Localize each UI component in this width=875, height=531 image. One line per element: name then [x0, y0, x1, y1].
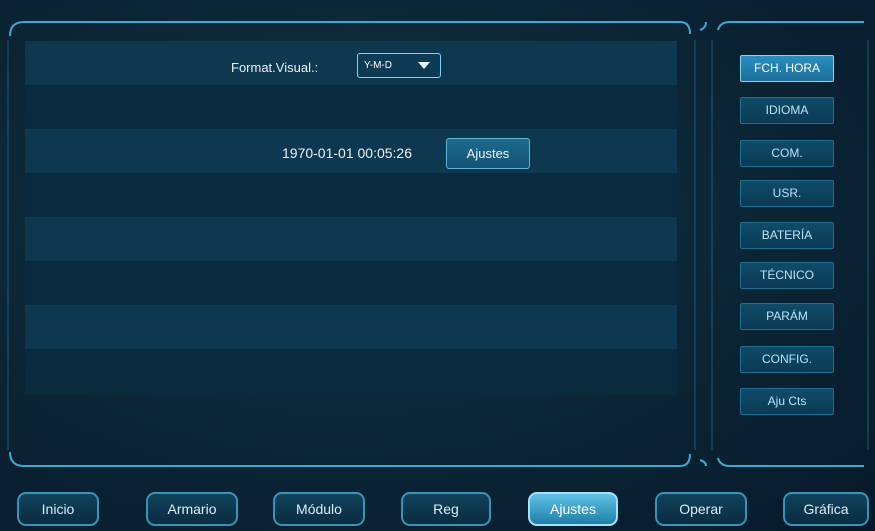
nav-modulo[interactable]: Módulo: [273, 492, 365, 526]
format-label: Format.Visual.:: [231, 60, 319, 75]
datetime-value: 1970-01-01 00:05:26: [282, 145, 412, 161]
datetime-settings-button[interactable]: Ajustes: [446, 138, 530, 169]
format-select-value: Y-M-D: [364, 60, 392, 71]
format-select[interactable]: Y-M-D: [357, 53, 441, 78]
side-item-param[interactable]: PARÁM: [740, 303, 834, 330]
chevron-down-icon: [418, 62, 430, 69]
side-item-tecnico[interactable]: TÉCNICO: [740, 262, 834, 289]
side-item-fch-hora[interactable]: FCH. HORA: [740, 55, 834, 82]
nav-grafica[interactable]: Gráfica: [783, 492, 869, 526]
table-row: [25, 261, 677, 305]
side-item-idioma[interactable]: IDIOMA: [740, 97, 834, 124]
table-row: [25, 41, 677, 85]
table-row: [25, 305, 677, 349]
nav-inicio[interactable]: Inicio: [17, 492, 99, 526]
nav-reg[interactable]: Reg: [401, 492, 491, 526]
side-item-config[interactable]: CONFIG.: [740, 346, 834, 373]
table-row: [25, 85, 677, 129]
nav-armario[interactable]: Armario: [146, 492, 238, 526]
table-row: [25, 217, 677, 261]
nav-operar[interactable]: Operar: [655, 492, 747, 526]
side-item-aju-cts[interactable]: Aju Cts: [740, 388, 834, 415]
table-row: [25, 173, 677, 217]
settings-panel: [25, 41, 677, 395]
side-item-bateria[interactable]: BATERÍA: [740, 222, 834, 249]
table-row: [25, 349, 677, 395]
side-item-com[interactable]: COM.: [740, 140, 834, 167]
side-item-usr[interactable]: USR.: [740, 180, 834, 207]
nav-ajustes[interactable]: Ajustes: [528, 492, 618, 526]
